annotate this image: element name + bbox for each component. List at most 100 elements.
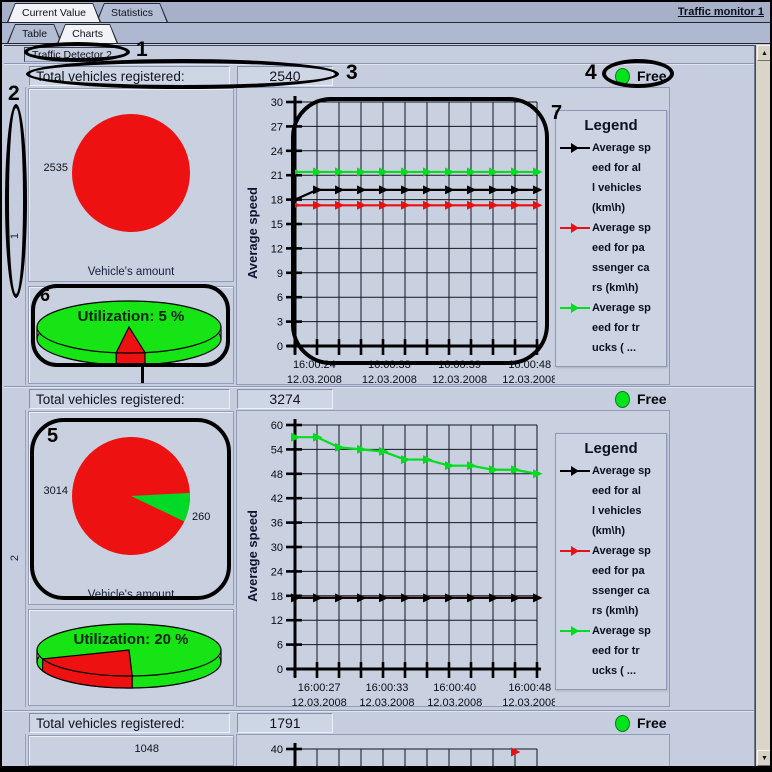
utilization-pie: Utilization: 20 % [36, 623, 222, 689]
legend-entry: Average sp eed for tr ucks ( ... [560, 298, 662, 358]
svg-text:12.03.2008: 12.03.2008 [432, 374, 487, 384]
legend-entry: Average sp eed for al l vehicles (km\h) [560, 461, 662, 541]
pie-column: 2535 Vehicle's amount Utilization: 5 % [28, 87, 234, 385]
legend-title: Legend [584, 440, 638, 457]
total-vehicles-value: 2540 [237, 66, 333, 86]
legend-marker-trucks-icon [560, 298, 592, 318]
svg-text:Utilization: 5 %: Utilization: 5 % [78, 308, 185, 325]
svg-text:16:00:33: 16:00:33 [366, 682, 409, 694]
svg-text:16:00:40: 16:00:40 [433, 682, 476, 694]
svg-text:27: 27 [271, 121, 283, 133]
tab-statistics-label: Statistics [111, 6, 154, 19]
row-label-gutter: 2 [5, 410, 26, 707]
status-text: Free [637, 68, 667, 84]
svg-text:12: 12 [271, 243, 283, 255]
svg-text:6: 6 [277, 292, 283, 304]
vehicle-amount-panel: 2535 Vehicle's amount [28, 88, 234, 282]
chart-column: 0481216202428323640 [236, 734, 670, 766]
svg-text:12.03.2008: 12.03.2008 [502, 697, 555, 707]
svg-text:54: 54 [271, 444, 283, 456]
speed-line-chart: 0 3 6 9 12 15 18 21 24 27 30 16:00:24 12.03.2008 16:0… [271, 96, 555, 384]
legend-entry-text: Average sp eed for tr ucks ( ... [592, 625, 651, 677]
detector-selector-tab[interactable]: Traffic Detector 2 [24, 47, 123, 62]
detector-section-3: Total vehicles registered: 1791 Free 1048 04… [4, 710, 754, 766]
total-vehicles-label: Total vehicles registered: [29, 713, 230, 733]
utilization-panel: Utilization: 5 % [28, 286, 234, 384]
status-indicator: Free [615, 713, 667, 733]
svg-text:6: 6 [277, 640, 283, 652]
svg-text:12.03.2008: 12.03.2008 [502, 374, 555, 384]
detector-section-2: Total vehicles registered: 3274 Free 2 260 30… [4, 386, 754, 708]
tab-charts-label: Charts [72, 27, 104, 40]
svg-text:12.03.2008: 12.03.2008 [359, 697, 414, 707]
scroll-up-button[interactable]: ▲ [757, 45, 770, 61]
pie-column: 1048 [28, 734, 234, 766]
pie-column: 260 3014 Vehicle's amount Utilization: 20 % [28, 410, 234, 707]
speed-line-chart: 0481216202428323640 [271, 743, 538, 766]
chart-column: Average speed 0 6 12 18 24 30 36 42 48 54 60 16:00:2… [236, 410, 670, 707]
svg-text:260: 260 [192, 511, 210, 523]
total-vehicles-label: Total vehicles registered: [29, 389, 230, 409]
tab-current-value[interactable]: Current Value [7, 3, 101, 22]
svg-text:2535: 2535 [44, 162, 68, 174]
tab-statistics[interactable]: Statistics [96, 3, 168, 22]
svg-text:24: 24 [271, 146, 283, 158]
tab-table-label: Table [22, 27, 48, 40]
total-vehicles-label: Total vehicles registered: [29, 66, 230, 86]
svg-text:36: 36 [271, 518, 283, 530]
svg-text:0: 0 [277, 341, 283, 353]
primary-tab-strip: Current Value Statistics Traffic monitor… [2, 2, 770, 23]
svg-text:Utilization: 20 %: Utilization: 20 % [73, 631, 188, 648]
speed-line-chart: 0 6 12 18 24 30 36 42 48 54 60 16:00:27 12.03.2008 16… [271, 419, 555, 707]
utilization-panel: Utilization: 20 % [28, 609, 234, 706]
vehicle-amount-pie: 2535 [44, 114, 190, 232]
legend-entry: Average sp eed for al l vehicles (km\h) [560, 138, 662, 218]
legend: Legend Average sp eed for al l vehicles (km\… [555, 433, 667, 690]
pie-title: Vehicle's amount [87, 589, 175, 601]
svg-text:16:00:27: 16:00:27 [298, 682, 341, 694]
vehicle-amount-panel: 1048 [28, 735, 234, 766]
vehicle-amount-pie: 1048 [135, 743, 159, 755]
tab-current-value-label: Current Value [22, 6, 87, 19]
svg-text:16:00:24: 16:00:24 [293, 359, 336, 371]
legend: Legend Average sp eed for al l vehicles (km\… [555, 110, 667, 367]
vehicle-amount-pie: 260 3014 [44, 437, 210, 555]
total-vehicles-value: 3274 [237, 389, 333, 409]
legend-title: Legend [584, 117, 638, 134]
status-indicator: Free [615, 66, 667, 86]
window-title: Traffic monitor 1 [677, 6, 764, 18]
secondary-tab-strip: Table Charts [2, 23, 770, 44]
legend-entry-text: Average sp eed for al l vehicles (km\h) [592, 465, 651, 537]
pie-title: Vehicle's amount [87, 266, 175, 278]
svg-text:16:00:33: 16:00:33 [368, 359, 411, 371]
chart-column: Average speed 0 3 6 9 12 15 18 21 24 27 30 16:00:24 1… [236, 87, 670, 385]
total-vehicles-value: 1791 [237, 713, 333, 733]
vertical-scrollbar[interactable]: ▲ ▼ [755, 45, 770, 766]
tab-charts[interactable]: Charts [57, 24, 118, 43]
detector-section-1: Total vehicles registered: 2540 Free 1 2535 V… [4, 63, 754, 386]
legend-entry-text: Average sp eed for pa ssenger ca rs (km\h) [592, 545, 651, 617]
scroll-down-button[interactable]: ▼ [757, 750, 770, 766]
status-text: Free [637, 391, 667, 407]
svg-text:30: 30 [271, 542, 283, 554]
legend-marker-all-vehicles-icon [560, 461, 592, 481]
svg-text:40: 40 [271, 744, 283, 756]
svg-text:60: 60 [271, 420, 283, 432]
svg-text:12.03.2008: 12.03.2008 [292, 697, 347, 707]
svg-text:16:00:48: 16:00:48 [508, 682, 551, 694]
app-window: Current Value Statistics Traffic monitor… [0, 0, 772, 772]
svg-text:12.03.2008: 12.03.2008 [362, 374, 417, 384]
svg-text:15: 15 [271, 219, 283, 231]
svg-text:1048: 1048 [135, 743, 159, 755]
legend-entry: Average sp eed for tr ucks ( ... [560, 621, 662, 681]
legend-entry-text: Average sp eed for al l vehicles (km\h) [592, 142, 651, 214]
status-dot-icon [615, 390, 630, 408]
legend-entry-text: Average sp eed for tr ucks ( ... [592, 302, 651, 354]
tab-table[interactable]: Table [7, 24, 62, 43]
status-indicator: Free [615, 389, 667, 409]
svg-text:48: 48 [271, 469, 283, 481]
utilization-pie: Utilization: 5 % [36, 300, 222, 366]
svg-text:24: 24 [271, 566, 283, 578]
legend-marker-passenger-cars-icon [560, 218, 592, 238]
detector-label: Traffic Detector 2 [32, 48, 112, 61]
